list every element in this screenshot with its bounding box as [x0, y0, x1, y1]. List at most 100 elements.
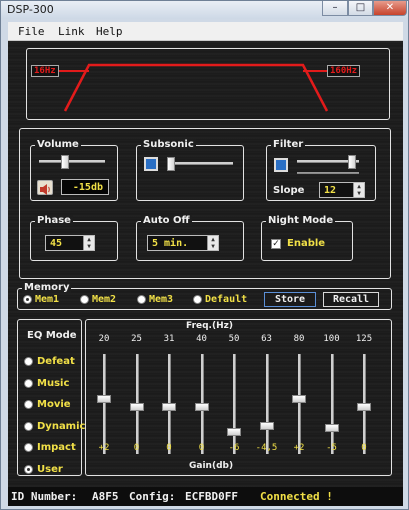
- eq-band-slider-thumb[interactable]: [324, 423, 339, 432]
- filter-toggle[interactable]: [274, 158, 288, 172]
- night-mode-enable-label: Enable: [287, 238, 326, 249]
- eq-mode-option-impact[interactable]: Impact: [37, 442, 76, 453]
- minimize-button[interactable]: –: [322, 1, 348, 16]
- auto-off-spin-arrows[interactable]: ▲ ▼: [207, 236, 218, 250]
- gain-title: Gain(db): [189, 461, 234, 471]
- phase-value: 45: [50, 238, 63, 249]
- night-mode-title: Night Mode: [266, 215, 336, 226]
- eq-band-slider-track[interactable]: [233, 354, 236, 454]
- night-mode-checkbox[interactable]: ✓: [271, 239, 281, 249]
- volume-value: -15db: [61, 179, 109, 195]
- filter-slider-thumb[interactable]: [348, 155, 357, 169]
- phase-group: Phase 45 ▲ ▼: [30, 215, 118, 261]
- eq-mode-radio-defeat[interactable]: [24, 357, 33, 366]
- slope-value: 12: [324, 185, 337, 196]
- eq-mode-option-user[interactable]: User: [37, 464, 63, 475]
- app-window: DSP-300 – □ ✕ File Link Help 16Hz 160Hz …: [0, 0, 409, 510]
- eq-band-slider-track[interactable]: [103, 354, 106, 454]
- eq-band-freq-label: 20: [98, 334, 110, 344]
- memory-radio-mem2[interactable]: [80, 295, 89, 304]
- eq-band-slider-thumb[interactable]: [292, 394, 306, 403]
- title-bar[interactable]: DSP-300 – □ ✕: [1, 1, 408, 19]
- store-button[interactable]: Store: [264, 292, 316, 307]
- eq-band-slider-thumb[interactable]: [129, 403, 144, 411]
- subsonic-title: Subsonic: [141, 139, 196, 150]
- eq-band-slider-thumb[interactable]: [162, 403, 176, 411]
- subsonic-slider-track[interactable]: [167, 162, 233, 165]
- eq-mode-radio-user[interactable]: [24, 464, 33, 474]
- phase-spinbox[interactable]: 45 ▲ ▼: [45, 235, 95, 251]
- eq-band-freq-label: 25: [131, 334, 142, 344]
- eq-band-slider-thumb[interactable]: [357, 403, 371, 411]
- memory-radio-mem3[interactable]: [137, 295, 146, 304]
- menu-bar: File Link Help: [8, 22, 403, 41]
- eq-band-slider-thumb[interactable]: [259, 421, 274, 430]
- filter-title: Filter: [271, 139, 306, 150]
- eq-band-gain-label: +2: [98, 443, 110, 453]
- eq-band-freq-label: 100: [323, 334, 340, 344]
- night-mode-group: Night Mode ✓ Enable: [261, 215, 353, 261]
- auto-off-title: Auto Off: [141, 215, 192, 226]
- low-cutoff-label[interactable]: 16Hz: [31, 65, 59, 77]
- eq-mode-option-music[interactable]: Music: [37, 378, 69, 389]
- eq-group: Freq.(Hz) Gain(db) 20 +2 25 0 31 0 40 0 50 -6 63 -4…: [85, 319, 392, 476]
- memory-radio-mem1[interactable]: [23, 295, 32, 304]
- eq-mode-group: EQ Mode Defeat Music Movie Dynamic Impact Use…: [17, 319, 85, 476]
- menu-link[interactable]: Link: [58, 25, 85, 38]
- eq-band-slider-track[interactable]: [298, 354, 301, 454]
- eq-band-gain-label: 0: [166, 443, 172, 453]
- maximize-button[interactable]: □: [348, 1, 373, 16]
- slope-label: Slope: [273, 185, 305, 196]
- volume-title: Volume: [35, 139, 81, 150]
- eq-band-freq-label: 63: [261, 334, 272, 344]
- subsonic-slider-thumb[interactable]: [167, 157, 175, 171]
- freq-title: Freq.(Hz): [186, 321, 233, 331]
- eq-band-slider-thumb[interactable]: [97, 394, 111, 403]
- phase-title: Phase: [35, 215, 73, 226]
- memory-group: Memory Mem1 Mem2 Mem3 Default Store Reca…: [17, 282, 392, 310]
- memory-option-mem2[interactable]: Mem2: [92, 294, 116, 305]
- status-bar: ID Number: A8F5 Config: ECFBD0FF Connect…: [8, 487, 403, 506]
- slope-spinbox[interactable]: 12 ▲ ▼: [319, 182, 365, 198]
- speaker-icon[interactable]: [37, 180, 53, 195]
- eq-mode-option-movie[interactable]: Movie: [37, 399, 71, 410]
- eq-mode-radio-dynamic[interactable]: [24, 421, 33, 431]
- main-panel: 16Hz 160Hz Volume -15db Subsonic Filter: [8, 41, 403, 506]
- config-label: Config:: [129, 490, 176, 503]
- memory-option-mem3[interactable]: Mem3: [149, 294, 173, 305]
- eq-band-slider-thumb[interactable]: [194, 403, 209, 411]
- phase-spin-arrows[interactable]: ▲ ▼: [83, 236, 94, 250]
- id-number-value: A8F5: [92, 490, 119, 503]
- subsonic-toggle[interactable]: [144, 157, 158, 171]
- slope-spin-arrows[interactable]: ▲ ▼: [353, 183, 364, 197]
- volume-slider-track[interactable]: [39, 160, 105, 163]
- eq-mode-radio-music[interactable]: [24, 378, 33, 388]
- menu-help[interactable]: Help: [96, 25, 123, 38]
- eq-mode-title: EQ Mode: [27, 330, 77, 341]
- eq-mode-radio-impact[interactable]: [24, 443, 33, 452]
- volume-slider-thumb[interactable]: [61, 155, 70, 169]
- auto-off-spinbox[interactable]: 5 min. ▲ ▼: [147, 235, 219, 251]
- memory-title: Memory: [22, 282, 72, 293]
- id-number-label: ID Number:: [11, 490, 78, 503]
- volume-group: Volume -15db: [30, 139, 118, 201]
- subsonic-group: Subsonic: [136, 139, 244, 201]
- eq-band-slider-track[interactable]: [330, 354, 334, 454]
- eq-band-freq-label: 125: [355, 334, 373, 344]
- eq-band-gain-label: -6: [228, 443, 240, 453]
- menu-file[interactable]: File: [18, 25, 45, 38]
- recall-button[interactable]: Recall: [323, 292, 379, 307]
- close-button[interactable]: ✕: [373, 1, 407, 16]
- eq-mode-radio-movie[interactable]: [24, 400, 33, 409]
- eq-band-gain-label: +2: [293, 443, 305, 453]
- eq-band-gain-label: -4,5: [255, 443, 278, 453]
- eq-mode-option-dynamic[interactable]: Dynamic: [37, 421, 85, 432]
- memory-option-default[interactable]: Default: [205, 294, 247, 305]
- memory-option-mem1[interactable]: Mem1: [35, 294, 59, 305]
- eq-band-slider-thumb[interactable]: [227, 428, 241, 436]
- auto-off-value: 5 min.: [152, 238, 189, 249]
- eq-band-slider-track[interactable]: [265, 354, 269, 454]
- memory-radio-default[interactable]: [193, 295, 202, 304]
- high-cutoff-label[interactable]: 160Hz: [327, 65, 361, 77]
- eq-mode-option-defeat[interactable]: Defeat: [37, 356, 75, 367]
